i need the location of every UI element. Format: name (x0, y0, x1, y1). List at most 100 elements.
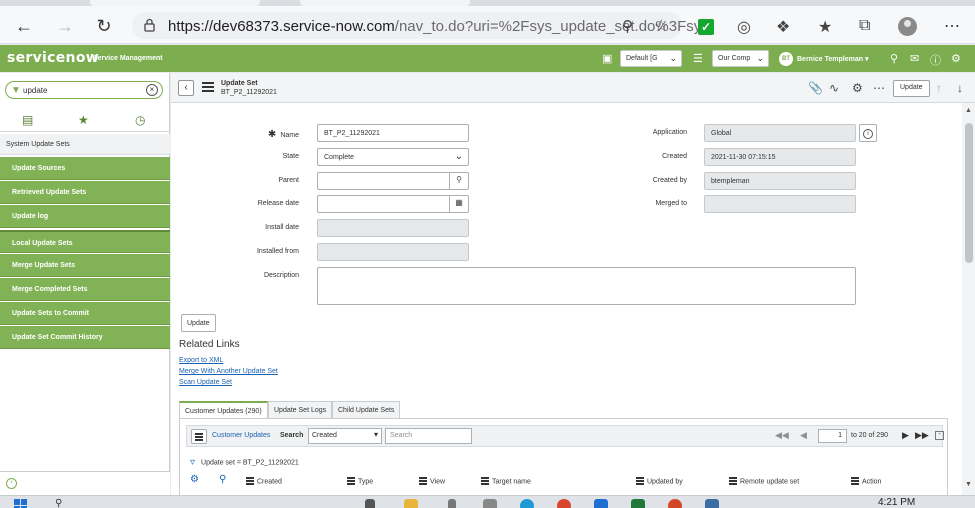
more-options-icon[interactable]: ⋯ (873, 81, 885, 95)
export-to-xml-link[interactable]: Export to XML (179, 357, 223, 364)
refresh-icon[interactable]: ↻ (93, 15, 115, 37)
tab-update-set-logs[interactable]: Update Set Logs (268, 401, 333, 419)
connect-chat-icon[interactable]: ✉ (910, 52, 919, 65)
back-button[interactable]: ‹ (178, 80, 194, 96)
task-view-icon[interactable] (365, 499, 375, 508)
clear-icon[interactable]: × (146, 84, 158, 96)
column-menu-icon[interactable] (419, 477, 427, 486)
column-action[interactable]: Action (851, 477, 881, 486)
address-bar[interactable]: https://dev68373.service-now.com/nav_to.… (132, 12, 713, 39)
next-record-icon[interactable]: ↓ (957, 81, 963, 95)
nav-item-merge-completed-sets[interactable]: Merge Completed Sets (0, 278, 170, 301)
nav-filter-input[interactable] (23, 84, 143, 96)
profile-avatar[interactable] (898, 17, 917, 36)
edge-browser-icon[interactable] (520, 499, 534, 508)
column-menu-icon[interactable] (347, 477, 355, 486)
state-select[interactable]: Complete ⌄ (317, 148, 469, 166)
nav-item-merge-update-sets[interactable]: Merge Update Sets (0, 254, 170, 277)
update-button[interactable]: Update (181, 314, 216, 332)
windows-start-icon[interactable] (14, 499, 28, 508)
list-search-input[interactable]: Search (385, 428, 472, 444)
column-updated-by[interactable]: Updated by (636, 477, 683, 486)
column-view[interactable]: View (419, 477, 445, 486)
column-menu-icon[interactable] (636, 477, 644, 486)
nav-section-system-update-sets[interactable]: System Update Sets (0, 134, 170, 155)
nav-item-local-update-sets[interactable]: Local Update Sets (0, 230, 170, 253)
mail-app-icon[interactable] (594, 499, 608, 508)
settings-app-icon[interactable] (483, 499, 497, 508)
nav-item-update-set-commit-history[interactable]: Update Set Commit History (0, 326, 170, 349)
personalize-icon[interactable]: ⚙ (852, 81, 863, 95)
first-page-icon[interactable]: ◀◀ (775, 430, 789, 441)
help-icon[interactable]: ⓘ (930, 52, 941, 68)
activity-icon[interactable]: ∿ (829, 81, 839, 95)
avatar[interactable]: BT (779, 52, 793, 66)
taskbar-app-icon[interactable] (705, 499, 719, 508)
column-menu-icon[interactable] (851, 477, 859, 486)
system-clock[interactable]: 4:21 PM (878, 497, 915, 508)
nav-item-update-sets-to-commit[interactable]: Update Sets to Commit (0, 302, 170, 325)
next-page-icon[interactable]: ▶ (902, 430, 909, 441)
search-icon[interactable]: ⚲ (219, 474, 226, 485)
calendar-icon[interactable]: ▦ (449, 195, 468, 213)
nav-item-retrieved-update-sets[interactable]: Retrieved Update Sets (0, 181, 170, 204)
search-icon[interactable]: ⚲ (449, 172, 468, 190)
file-explorer-icon[interactable] (404, 499, 418, 508)
nav-filter[interactable]: ▼ × (5, 81, 163, 99)
scroll-thumb[interactable] (965, 123, 973, 263)
merge-with-another-update-set-link[interactable]: Merge With Another Update Set (179, 368, 278, 375)
more-menu-icon[interactable]: ⋯ (944, 16, 961, 36)
page-number-input[interactable]: 1 (818, 429, 847, 443)
column-created[interactable]: Created (246, 477, 282, 486)
update-set-picker[interactable]: Default [G ⌄ (620, 50, 682, 67)
gear-icon[interactable]: ⚙ (190, 474, 199, 485)
description-textarea[interactable] (317, 267, 856, 305)
page-scrollbar[interactable]: ▲ ▼ (962, 103, 975, 495)
excel-app-icon[interactable] (631, 499, 645, 508)
user-menu[interactable]: Bernice Templeman ▾ (797, 55, 868, 63)
attachment-icon[interactable]: 📎 (808, 81, 823, 95)
gear-icon[interactable]: ⚙ (951, 52, 961, 65)
collapse-list-icon[interactable]: - (935, 431, 944, 440)
column-target-name[interactable]: Target name (481, 477, 531, 486)
column-menu-icon[interactable] (246, 477, 254, 486)
company-picker[interactable]: Our Comp ⌄ (712, 50, 769, 67)
back-arrow-icon[interactable]: ← (13, 15, 35, 37)
list-menu-icon[interactable] (191, 429, 207, 444)
all-apps-tab-icon[interactable]: ▤ (22, 113, 33, 127)
search-icon[interactable]: ⚲ (890, 52, 898, 65)
puzzle-extensions-icon[interactable]: ❖ (776, 17, 790, 37)
column-menu-icon[interactable] (729, 477, 737, 486)
previous-page-icon[interactable]: ◀ (800, 430, 807, 441)
name-field[interactable]: BT_P2_11292021 (317, 124, 469, 142)
favorite-star-icon[interactable]: ☆ (654, 16, 668, 36)
last-page-icon[interactable]: ▶▶ (915, 430, 929, 441)
header-update-button[interactable]: Update (893, 80, 930, 97)
tab-child-update-sets[interactable]: Child Update Sets (332, 401, 401, 419)
column-type[interactable]: Type (347, 477, 373, 486)
tab-customer-updates[interactable]: Customer Updates (290) (179, 401, 268, 419)
chrome-browser-icon[interactable] (557, 499, 571, 508)
favorites-tab-icon[interactable]: ★ (78, 113, 89, 127)
previous-record-icon[interactable]: ↑ (936, 81, 942, 95)
release-date-field[interactable]: ▦ (317, 195, 469, 213)
taskbar-search-icon[interactable]: ⚲ (55, 498, 62, 508)
scroll-down-icon[interactable]: ▼ (965, 481, 972, 488)
column-remote-update-set[interactable]: Remote update set (729, 477, 799, 486)
servicenow-logo[interactable]: servicenow (7, 50, 99, 66)
collections-icon[interactable]: ⧉ (859, 17, 870, 35)
scroll-up-icon[interactable]: ▲ (965, 107, 972, 114)
context-menu-icon[interactable] (202, 82, 214, 93)
taskbar-app-icon[interactable] (448, 499, 456, 508)
scan-update-set-link[interactable]: Scan Update Set (179, 379, 232, 386)
history-tab-icon[interactable]: ◷ (135, 113, 145, 127)
column-menu-icon[interactable] (481, 477, 489, 486)
favorites-icon[interactable]: ★ (818, 17, 832, 37)
nav-item-update-log[interactable]: Update log (0, 205, 170, 228)
filter-icon[interactable]: ▿ (190, 457, 195, 468)
extension-check-icon[interactable]: ✓ (698, 19, 714, 35)
powerpoint-app-icon[interactable] (668, 499, 682, 508)
nav-item-update-sources[interactable]: Update Sources (0, 157, 170, 180)
application-info-button[interactable]: i (859, 124, 877, 142)
forward-arrow-icon[interactable]: → (54, 15, 76, 37)
